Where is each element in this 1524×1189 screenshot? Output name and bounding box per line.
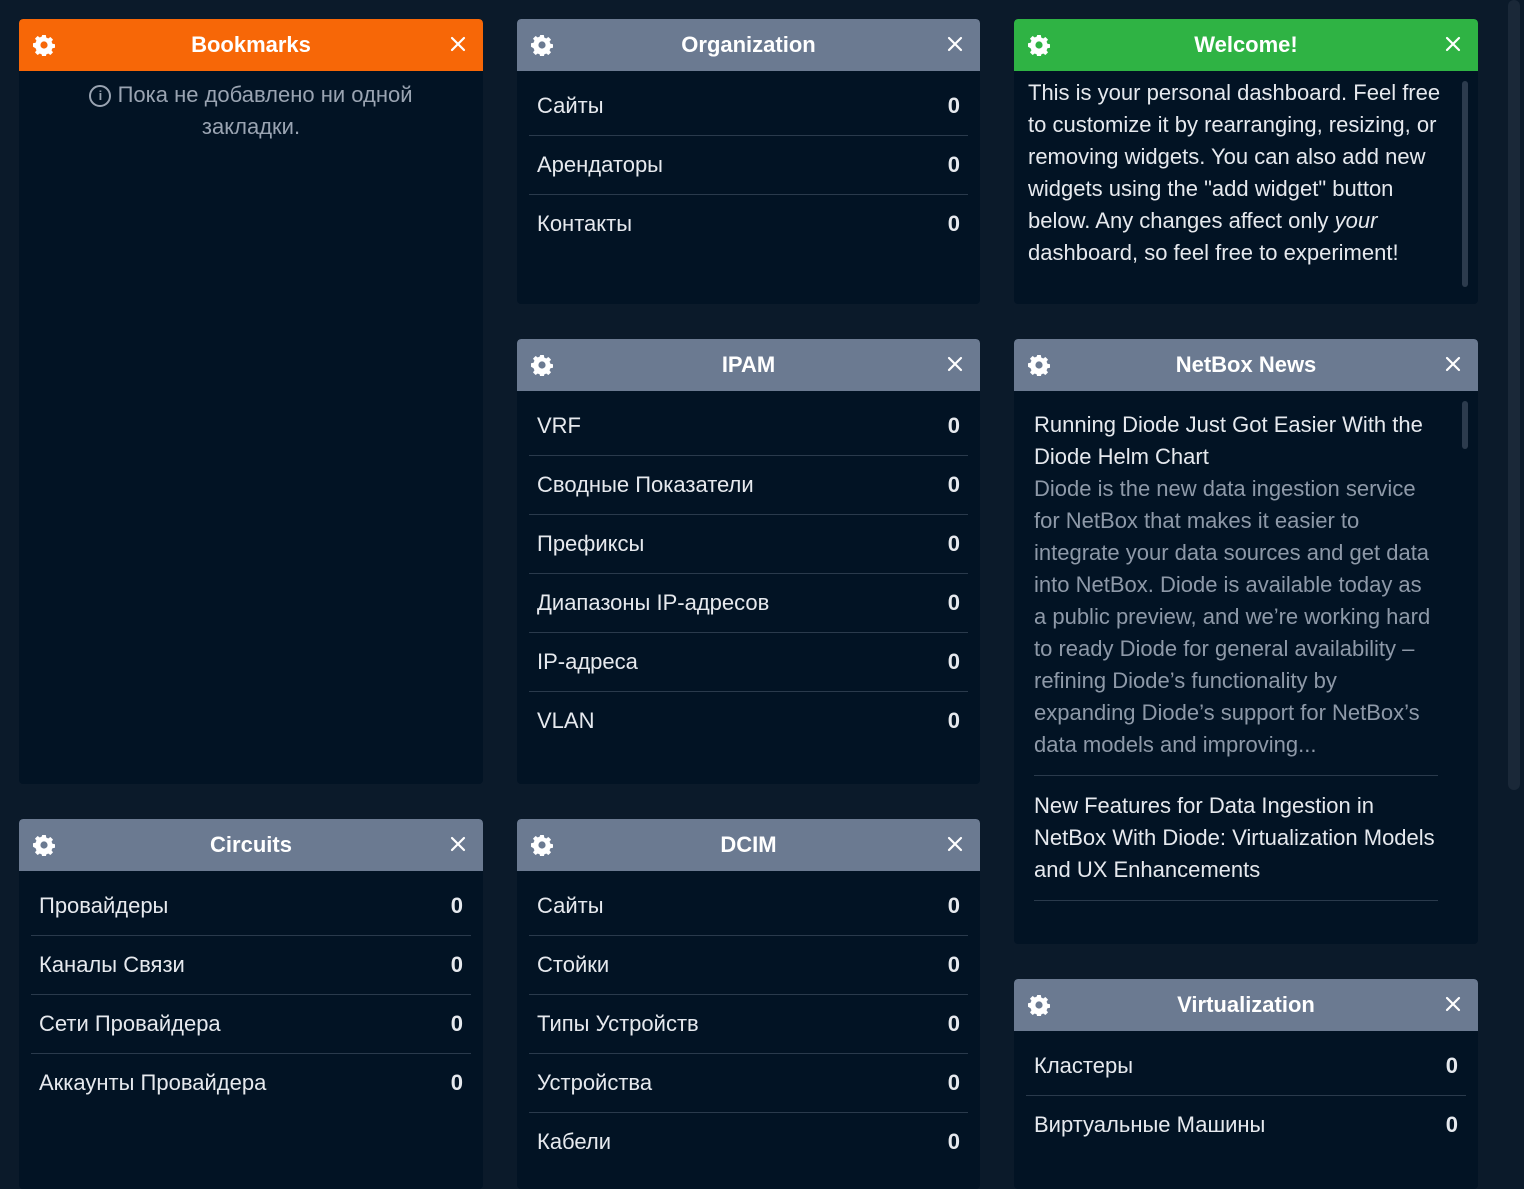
gear-icon[interactable] [1028, 354, 1050, 376]
count-value: 0 [1445, 1053, 1458, 1078]
widget-title: DCIM [720, 832, 777, 857]
news-item-title[interactable]: Running Diode Just Got Easier With the D… [1034, 409, 1438, 473]
widget-title: Welcome! [1194, 32, 1298, 57]
count-value: 0 [947, 893, 960, 918]
news-scrollbar[interactable] [1462, 401, 1468, 449]
news-item-summary: Diode is the new data ingestion service … [1034, 476, 1431, 757]
gear-icon[interactable] [1028, 34, 1050, 56]
ipam-row-aggregates[interactable]: Сводные Показатели 0 [529, 456, 968, 515]
circuits-row-provider-networks[interactable]: Сети Провайдера 0 [31, 995, 471, 1054]
ipam-row-prefixes[interactable]: Префиксы 0 [529, 515, 968, 574]
organization-widget: Organization Сайты 0 Арендаторы 0 Контакты… [517, 19, 980, 304]
gear-icon[interactable] [531, 834, 553, 856]
ipam-row-ip-addresses[interactable]: IP-адреса 0 [529, 633, 968, 692]
news-widget: NetBox News Running Diode Just Got Easie… [1014, 339, 1478, 944]
count-value: 0 [450, 1011, 463, 1036]
count-value: 0 [947, 590, 960, 615]
welcome-header: Welcome! [1014, 19, 1478, 71]
gear-icon[interactable] [531, 34, 553, 56]
count-value: 0 [947, 152, 960, 177]
dcim-widget: DCIM Сайты 0 Стойки 0 Типы Устройств 0 Устр… [517, 819, 980, 1189]
virtualization-row-clusters[interactable]: Кластеры 0 [1026, 1037, 1466, 1096]
news-item: New Features for Data Ingestion in NetBo… [1034, 790, 1438, 901]
organization-row-sites[interactable]: Сайты 0 [529, 77, 968, 136]
gear-icon[interactable] [33, 34, 55, 56]
circuits-widget: Circuits Провайдеры 0 Каналы Связи 0 Сети … [19, 819, 483, 1189]
count-value: 0 [947, 472, 960, 497]
close-icon[interactable] [447, 33, 469, 55]
bookmarks-empty-message: i Пока не добавлено ни одной закладки. [19, 71, 483, 151]
welcome-widget: Welcome! This is your personal dashboard… [1014, 19, 1478, 304]
widget-title: Circuits [210, 832, 292, 857]
close-icon[interactable] [944, 33, 966, 55]
gear-icon[interactable] [33, 834, 55, 856]
dcim-header: DCIM [517, 819, 980, 871]
count-value: 0 [947, 211, 960, 236]
close-icon[interactable] [1442, 353, 1464, 375]
circuits-row-provider-accounts[interactable]: Аккаунты Провайдера 0 [31, 1054, 471, 1112]
close-icon[interactable] [1442, 993, 1464, 1015]
widget-title: IPAM [721, 352, 776, 377]
count-value: 0 [1445, 1112, 1458, 1137]
virtualization-widget: Virtualization Кластеры 0 Виртуальные Маш… [1014, 979, 1478, 1189]
page-scrollbar[interactable] [1508, 0, 1520, 790]
count-value: 0 [947, 708, 960, 733]
bookmarks-widget: Bookmarks i Пока не добавлено ни одной з… [19, 19, 483, 784]
info-icon: i [89, 85, 112, 107]
circuits-row-circuits[interactable]: Каналы Связи 0 [31, 936, 471, 995]
organization-header: Organization [517, 19, 980, 71]
virtualization-row-virtual-machines[interactable]: Виртуальные Машины 0 [1026, 1096, 1466, 1154]
widget-title: Organization [681, 32, 816, 57]
dcim-row-devices[interactable]: Устройства 0 [529, 1054, 968, 1113]
count-value: 0 [947, 952, 960, 977]
count-value: 0 [947, 1070, 960, 1095]
ipam-header: IPAM [517, 339, 980, 391]
widget-title: Bookmarks [191, 32, 311, 57]
count-value: 0 [450, 952, 463, 977]
close-icon[interactable] [944, 353, 966, 375]
bookmarks-header: Bookmarks [19, 19, 483, 71]
count-value: 0 [947, 1011, 960, 1036]
close-icon[interactable] [447, 833, 469, 855]
count-value: 0 [947, 93, 960, 118]
count-value: 0 [450, 893, 463, 918]
count-value: 0 [947, 1129, 960, 1154]
ipam-row-vlans[interactable]: VLAN 0 [529, 692, 968, 750]
virtualization-header: Virtualization [1014, 979, 1478, 1031]
organization-row-tenants[interactable]: Арендаторы 0 [529, 136, 968, 195]
gear-icon[interactable] [531, 354, 553, 376]
circuits-row-providers[interactable]: Провайдеры 0 [31, 877, 471, 936]
close-icon[interactable] [944, 833, 966, 855]
ipam-widget: IPAM VRF 0 Сводные Показатели 0 Префиксы 0 … [517, 339, 980, 784]
news-header: NetBox News [1014, 339, 1478, 391]
dcim-row-sites[interactable]: Сайты 0 [529, 877, 968, 936]
circuits-header: Circuits [19, 819, 483, 871]
widget-title: NetBox News [1175, 352, 1317, 377]
dcim-row-cables[interactable]: Кабели 0 [529, 1113, 968, 1171]
news-item: Running Diode Just Got Easier With the D… [1034, 409, 1438, 776]
close-icon[interactable] [1442, 33, 1464, 55]
welcome-text: This is your personal dashboard. Feel fr… [1028, 80, 1441, 265]
count-value: 0 [947, 413, 960, 438]
gear-icon[interactable] [1028, 994, 1050, 1016]
dcim-row-racks[interactable]: Стойки 0 [529, 936, 968, 995]
count-value: 0 [947, 649, 960, 674]
dcim-row-device-types[interactable]: Типы Устройств 0 [529, 995, 968, 1054]
organization-row-contacts[interactable]: Контакты 0 [529, 195, 968, 253]
welcome-scrollbar[interactable] [1462, 81, 1468, 287]
count-value: 0 [450, 1070, 463, 1095]
news-item-title[interactable]: New Features for Data Ingestion in NetBo… [1034, 790, 1438, 886]
count-value: 0 [947, 531, 960, 556]
ipam-row-ip-ranges[interactable]: Диапазоны IP-адресов 0 [529, 574, 968, 633]
ipam-row-vrf[interactable]: VRF 0 [529, 397, 968, 456]
widget-title: Virtualization [1177, 992, 1315, 1017]
